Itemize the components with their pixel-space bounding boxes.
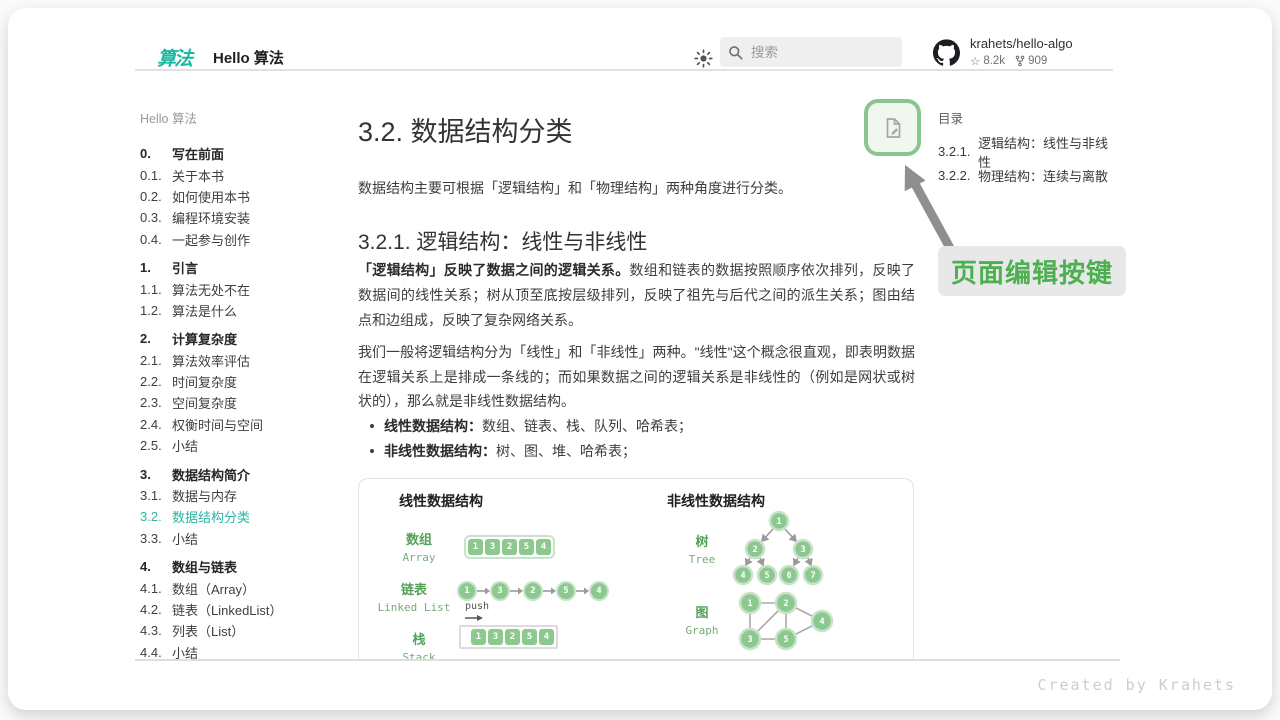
arrow-icon: [543, 581, 556, 601]
repo-stats: ☆8.2k 909: [970, 54, 1073, 68]
annotation-arrow-icon: [885, 158, 960, 256]
toc-item-logical[interactable]: 3.2.1.逻辑结构：线性与非线性: [938, 140, 1118, 164]
svg-text:3: 3: [747, 635, 752, 645]
github-repo-link[interactable]: krahets/hello-algo ☆8.2k 909: [933, 36, 1073, 68]
array-diagram: 1 3 2 5 4: [464, 535, 555, 559]
section-heading: 3.2.1. 逻辑结构：线性与非线性: [358, 226, 915, 256]
sidebar-item-0-4[interactable]: 0.4.一起参与创作: [140, 229, 350, 250]
sidebar-title[interactable]: Hello 算法: [140, 108, 350, 127]
sidebar-item-4-1[interactable]: 4.1.数组（Array）: [140, 577, 350, 598]
page-card: 算法 Hello 算法 krahets/hello-algo ☆8.2k: [8, 8, 1272, 710]
page-toc: 目录 3.2.1.逻辑结构：线性与非线性 3.2.2.物理结构：连续与离散: [938, 108, 1118, 187]
sidebar-item-0-3[interactable]: 0.3.编程环境安装: [140, 207, 350, 228]
svg-text:6: 6: [786, 571, 791, 581]
sidebar-nav: Hello 算法 0.写在前面 0.1.关于本书 0.2.如何使用本书 0.3.…: [140, 108, 350, 663]
sidebar-item-3-3[interactable]: 3.3.小结: [140, 528, 350, 549]
svg-text:2: 2: [752, 545, 757, 555]
sidebar-item-3[interactable]: 3.数据结构简介: [140, 463, 350, 484]
arrow-icon: [576, 581, 589, 601]
bullet-dot: [370, 424, 374, 428]
header-divider: [135, 69, 1113, 71]
edit-page-button[interactable]: [864, 99, 921, 156]
sidebar-item-1-2[interactable]: 1.2.算法是什么: [140, 300, 350, 321]
brightness-icon: [694, 49, 713, 68]
sidebar-item-2-3[interactable]: 2.3.空间复杂度: [140, 392, 350, 413]
svg-text:3: 3: [800, 545, 805, 555]
linked-list-label: 链表 Linked List: [359, 579, 469, 614]
graph-diagram: 1 2 4 3 5: [734, 589, 838, 655]
sidebar-item-3-1[interactable]: 3.1.数据与内存: [140, 485, 350, 506]
data-structures-figure: 线性数据结构 非线性数据结构 数组 Array 1 3 2 5 4 链表 Lin…: [358, 478, 915, 659]
linked-list-diagram: 1 3 2 5 4: [457, 579, 609, 603]
push-label: push: [465, 601, 489, 612]
fork-icon: [1015, 55, 1025, 67]
bullet-dot: [370, 449, 374, 453]
star-icon: ☆: [970, 54, 980, 68]
stack-label: 栈 Stack: [377, 629, 461, 659]
sidebar-item-2-1[interactable]: 2.1.算法效率评估: [140, 350, 350, 371]
figure-card: 线性数据结构 非线性数据结构 数组 Array 1 3 2 5 4 链表 Lin…: [358, 478, 914, 659]
arrow-icon: [510, 581, 523, 601]
tree-diagram: 1 2 3 4 5 6 7: [727, 505, 831, 593]
svg-text:4: 4: [740, 571, 745, 581]
sidebar-item-2-5[interactable]: 2.5.小结: [140, 435, 350, 456]
svg-text:5: 5: [764, 571, 769, 581]
annotation-label: 页面编辑按键: [938, 246, 1126, 296]
sidebar-item-0-1[interactable]: 0.1.关于本书: [140, 164, 350, 185]
star-count: 8.2k: [983, 55, 1005, 67]
list-item: 非线性数据结构：树、图、堆、哈希表；: [358, 439, 915, 464]
stack-diagram: 1 3 2 5 4: [459, 625, 558, 649]
svg-text:2: 2: [783, 599, 788, 609]
toc-title: 目录: [938, 108, 1118, 127]
svg-text:7: 7: [810, 571, 815, 581]
search-icon: [728, 45, 743, 60]
search-box[interactable]: [720, 37, 902, 67]
sidebar-item-2-4[interactable]: 2.4.权衡时间与空间: [140, 414, 350, 435]
sidebar-item-2[interactable]: 2.计算复杂度: [140, 328, 350, 349]
arrow-icon: [477, 581, 490, 601]
sidebar-item-3-2-active[interactable]: 3.2.数据结构分类: [140, 506, 350, 527]
intro-paragraph: 数据结构主要可根据「逻辑结构」和「物理结构」两种角度进行分类。: [358, 176, 915, 201]
linear-nonlinear-paragraph: 我们一般将逻辑结构分为「线性」和「非线性」两种。"线性"这个概念很直观，即表明数…: [358, 340, 915, 414]
sidebar-item-4-2[interactable]: 4.2.链表（LinkedList）: [140, 599, 350, 620]
sidebar-item-1-1[interactable]: 1.1.算法无处不在: [140, 278, 350, 299]
edit-file-icon: [881, 116, 905, 140]
sidebar-item-4-3[interactable]: 4.3.列表（List）: [140, 620, 350, 641]
sidebar-item-0-2[interactable]: 0.2.如何使用本书: [140, 186, 350, 207]
sidebar-item-1[interactable]: 1.引言: [140, 257, 350, 278]
svg-text:5: 5: [783, 635, 788, 645]
svg-text:4: 4: [819, 617, 824, 627]
github-icon: [933, 39, 960, 66]
svg-text:1: 1: [747, 599, 752, 609]
watermark: Created by Krahets: [1037, 676, 1236, 694]
logical-structure-paragraph: 「逻辑结构」反映了数据之间的逻辑关系。数组和链表的数据按照顺序依次排列，反映了数…: [358, 258, 915, 333]
list-item: 线性数据结构：数组、链表、栈、队列、哈希表；: [358, 414, 915, 439]
push-arrow-icon: [465, 614, 483, 622]
figure-linear-title: 线性数据结构: [399, 491, 483, 511]
sidebar-item-0[interactable]: 0.写在前面: [140, 143, 350, 164]
repo-name: krahets/hello-algo: [970, 36, 1073, 52]
search-input[interactable]: [751, 45, 881, 60]
content-bottom-edge: [135, 659, 1120, 661]
sidebar-item-2-2[interactable]: 2.2.时间复杂度: [140, 371, 350, 392]
sidebar-item-4[interactable]: 4.数组与链表: [140, 556, 350, 577]
page-title: 3.2. 数据结构分类: [358, 110, 915, 149]
graph-label: 图 Graph: [669, 602, 735, 637]
array-label: 数组 Array: [377, 529, 461, 564]
svg-text:1: 1: [776, 517, 781, 527]
toc-item-physical[interactable]: 3.2.2.物理结构：连续与离散: [938, 164, 1118, 188]
fork-count: 909: [1028, 55, 1047, 67]
tree-label: 树 Tree: [674, 531, 730, 566]
bullet-list: 线性数据结构：数组、链表、栈、队列、哈希表； 非线性数据结构：树、图、堆、哈希表…: [358, 414, 915, 463]
